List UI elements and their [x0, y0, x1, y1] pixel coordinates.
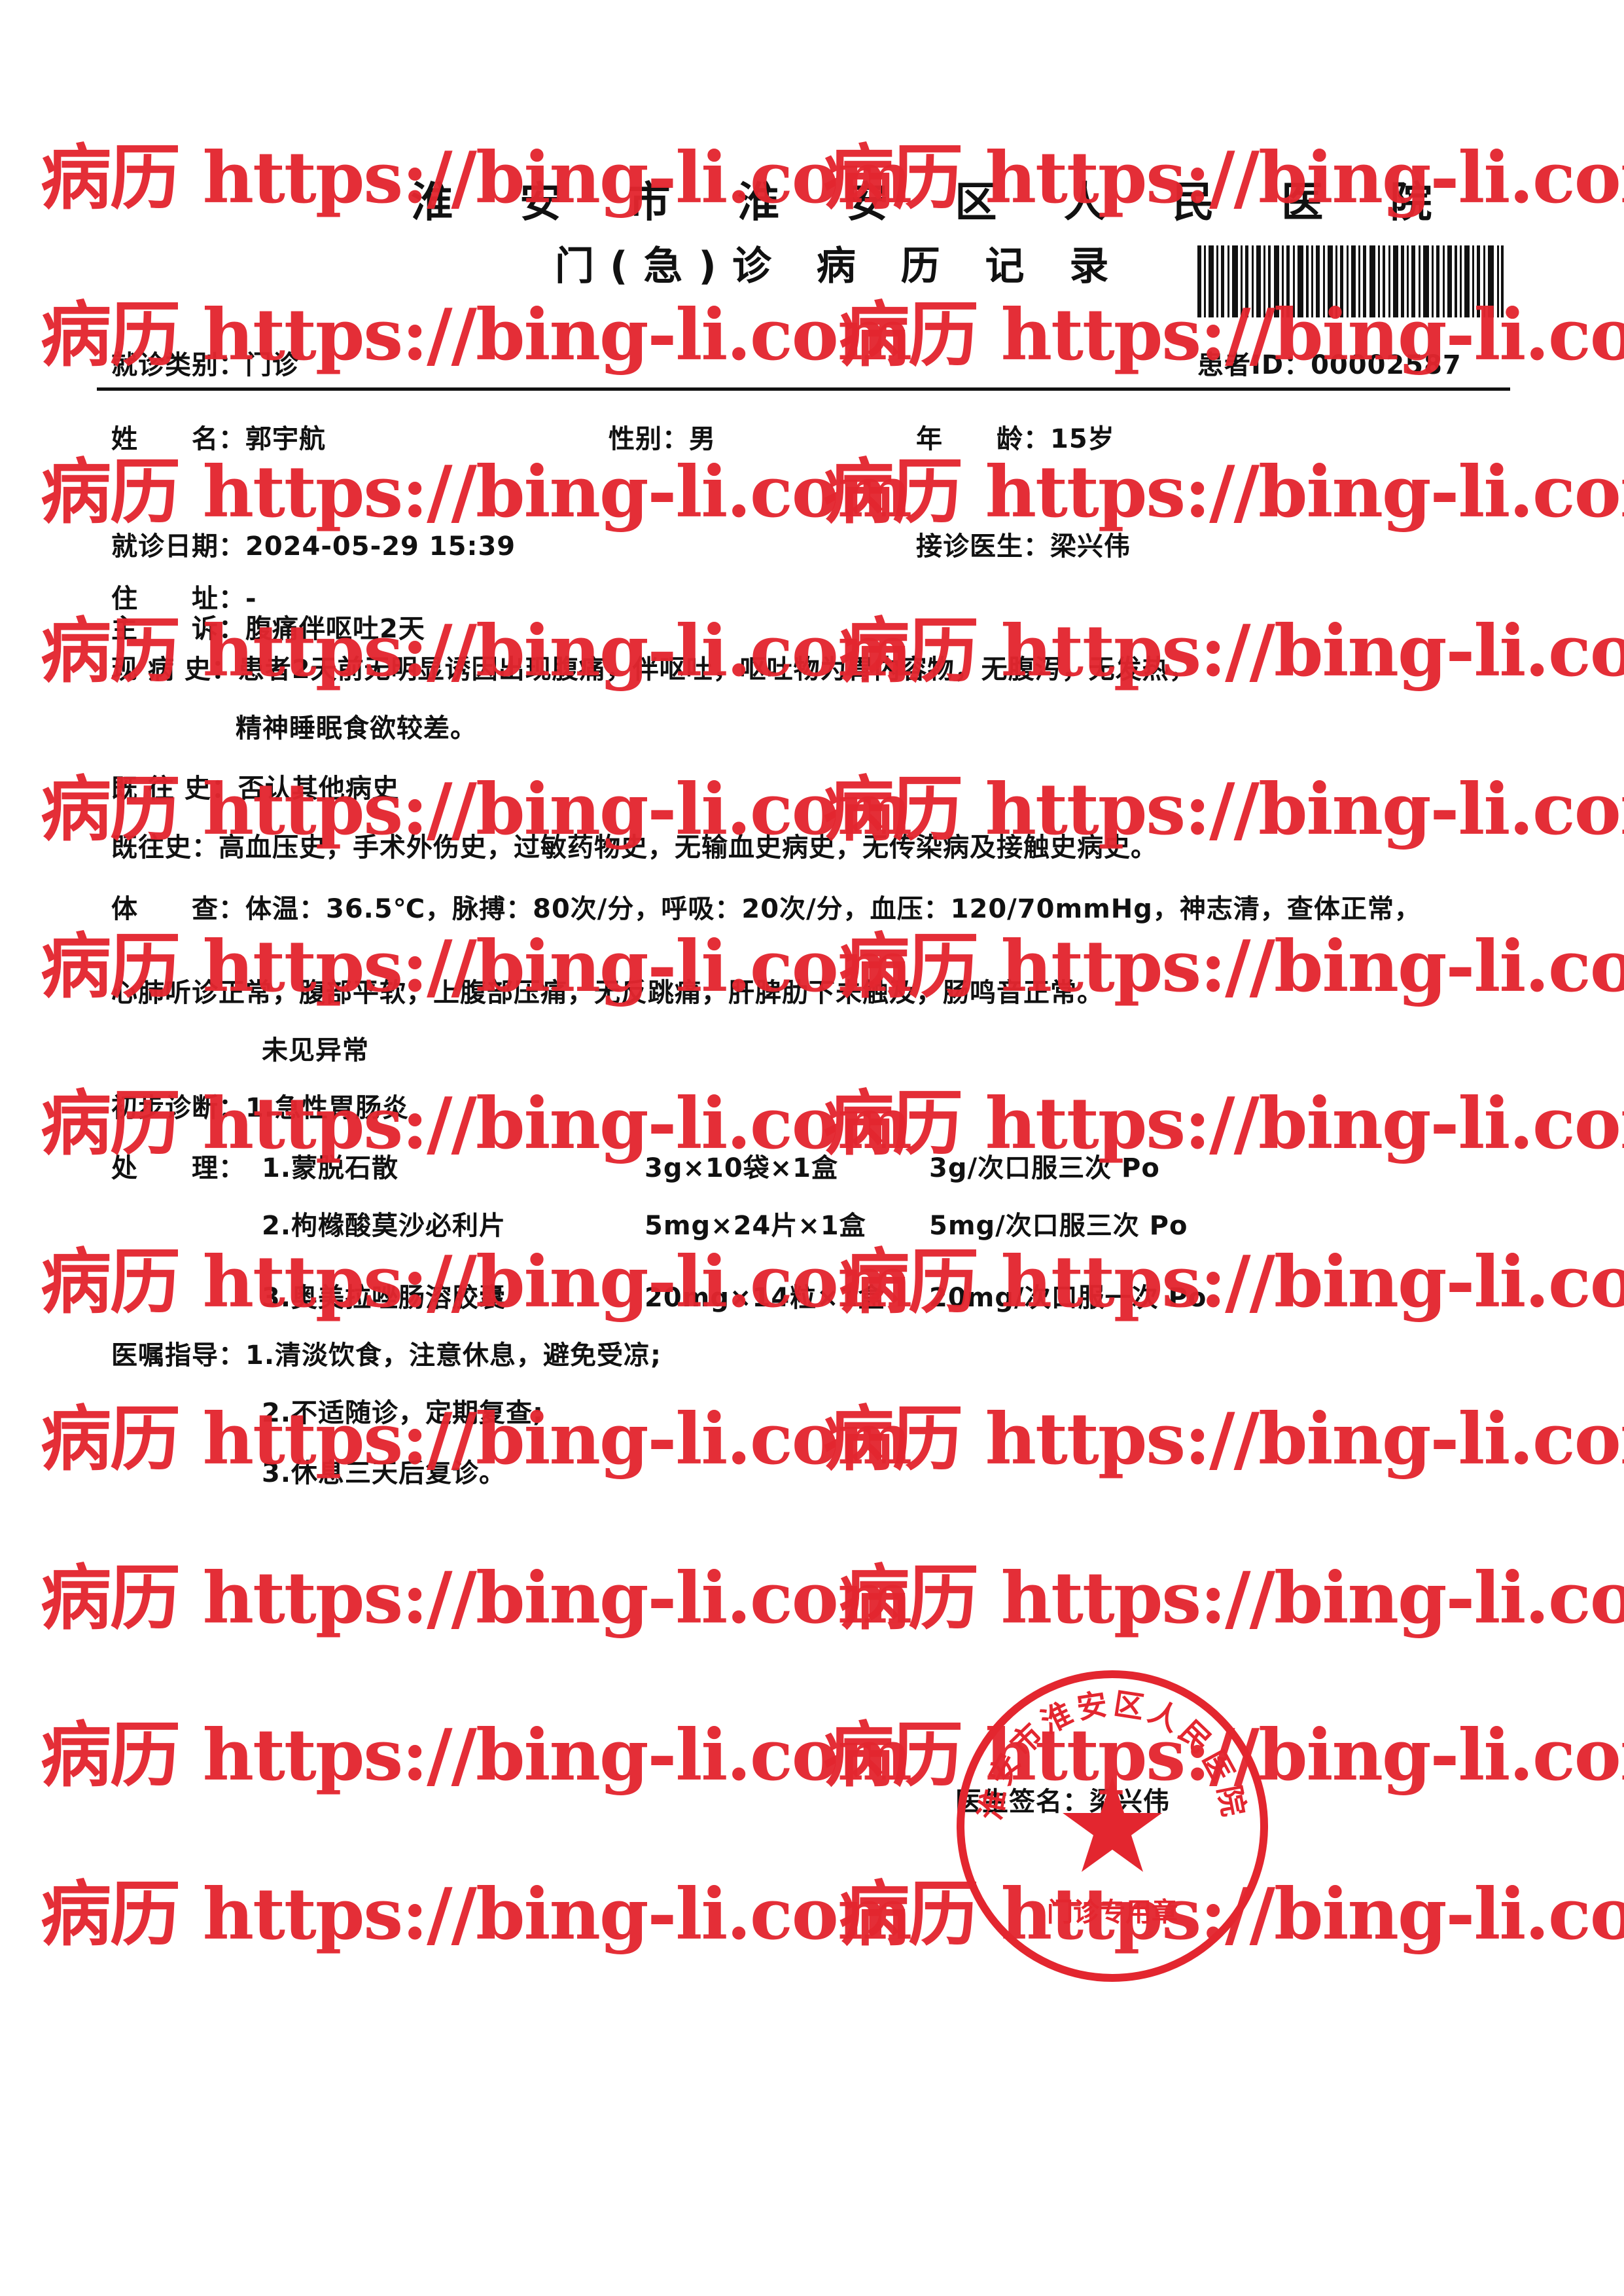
rx-label: 处 理：: [111, 1153, 245, 1183]
medical-advice: 医嘱指导：1.清淡饮食，注意休息，避免受凉;: [111, 1340, 662, 1371]
chief-complaint: 主 诉：腹痛伴呕吐2天: [111, 614, 425, 644]
rx-1-name: 1.蒙脱石散: [262, 1153, 399, 1183]
star-icon: [1063, 1777, 1162, 1872]
hospital-name: 淮 安 市 淮 安 区 人 民 医 院: [411, 179, 1458, 227]
rx-1-dose: 3g×10袋×1盒: [644, 1153, 838, 1183]
present-illness-cont: 精神睡眠食欲较差。: [236, 713, 477, 744]
seal-subtext: 门诊专用章: [1047, 1897, 1178, 1928]
watermark: 病历 https://bing-li.com: [823, 1398, 1624, 1480]
header-divider: [97, 387, 1510, 391]
medical-advice-2: 2.不适随诊，定期复查;: [262, 1398, 544, 1428]
physical-exam-cont: 心肺听诊正常，腹部平软，上腹部压痛，无反跳痛，肝脾肋下未触及，肠鸣音正常。: [111, 978, 1104, 1008]
medical-advice-3: 3.休息三天后复诊。: [262, 1458, 506, 1488]
hospital-seal: 淮安市淮安区人民医院 门诊专用章: [957, 1670, 1268, 1982]
present-illness: 现 病 史：患者2天前无明显诱因出现腹痛，伴呕吐，呕吐物为胃内容物，无腹泻，无发…: [111, 655, 1196, 685]
visit-type: 就诊类别：门诊: [111, 350, 299, 380]
physical-exam: 体 查：体温：36.5℃，脉搏：80次/分，呼吸：20次/分，血压：120/70…: [111, 894, 1421, 924]
rx-3-usage: 20mg/次口服一次 Po: [929, 1283, 1207, 1313]
patient-sex: 性别：男: [609, 424, 716, 454]
aux-exam: 未见异常: [262, 1035, 369, 1066]
patient-id: 患者ID：00002587: [1197, 350, 1462, 380]
rx-3-name: 3.奥美拉唑肠溶胶囊: [262, 1283, 506, 1313]
diagnosis: 初步诊断：1.急性胃肠炎: [111, 1093, 410, 1123]
patient-name: 姓 名：郭宇航: [111, 424, 326, 454]
past-history-detail: 既往史：高血压史，手术外伤史，过敏药物史，无输血史病史，无传染病及接触史病史。: [111, 833, 1157, 863]
rx-2-name: 2.枸橼酸莫沙必利片: [262, 1211, 506, 1241]
visit-date: 就诊日期：2024-05-29 15:39: [111, 531, 516, 562]
patient-age: 年 龄：15岁: [916, 424, 1115, 454]
watermark: 病历 https://bing-li.com: [839, 1557, 1624, 1640]
past-history: 既 往 史：否认其他病史: [111, 774, 399, 804]
document-title: 门(急)诊 病 历 记 录: [555, 243, 1125, 289]
rx-2-usage: 5mg/次口服三次 Po: [929, 1211, 1188, 1241]
rx-2-dose: 5mg×24片×1盒: [644, 1211, 866, 1241]
watermark: 病历 https://bing-li.com: [41, 1873, 912, 1956]
rx-1-usage: 3g/次口服三次 Po: [929, 1153, 1160, 1183]
watermark: 病历 https://bing-li.com: [41, 1557, 912, 1640]
doctor: 接诊医生：梁兴伟: [916, 531, 1131, 562]
barcode: [1197, 245, 1504, 317]
rx-3-dose: 20mg×14粒×1盒: [644, 1283, 885, 1313]
watermark: 病历 https://bing-li.com: [41, 1714, 912, 1797]
